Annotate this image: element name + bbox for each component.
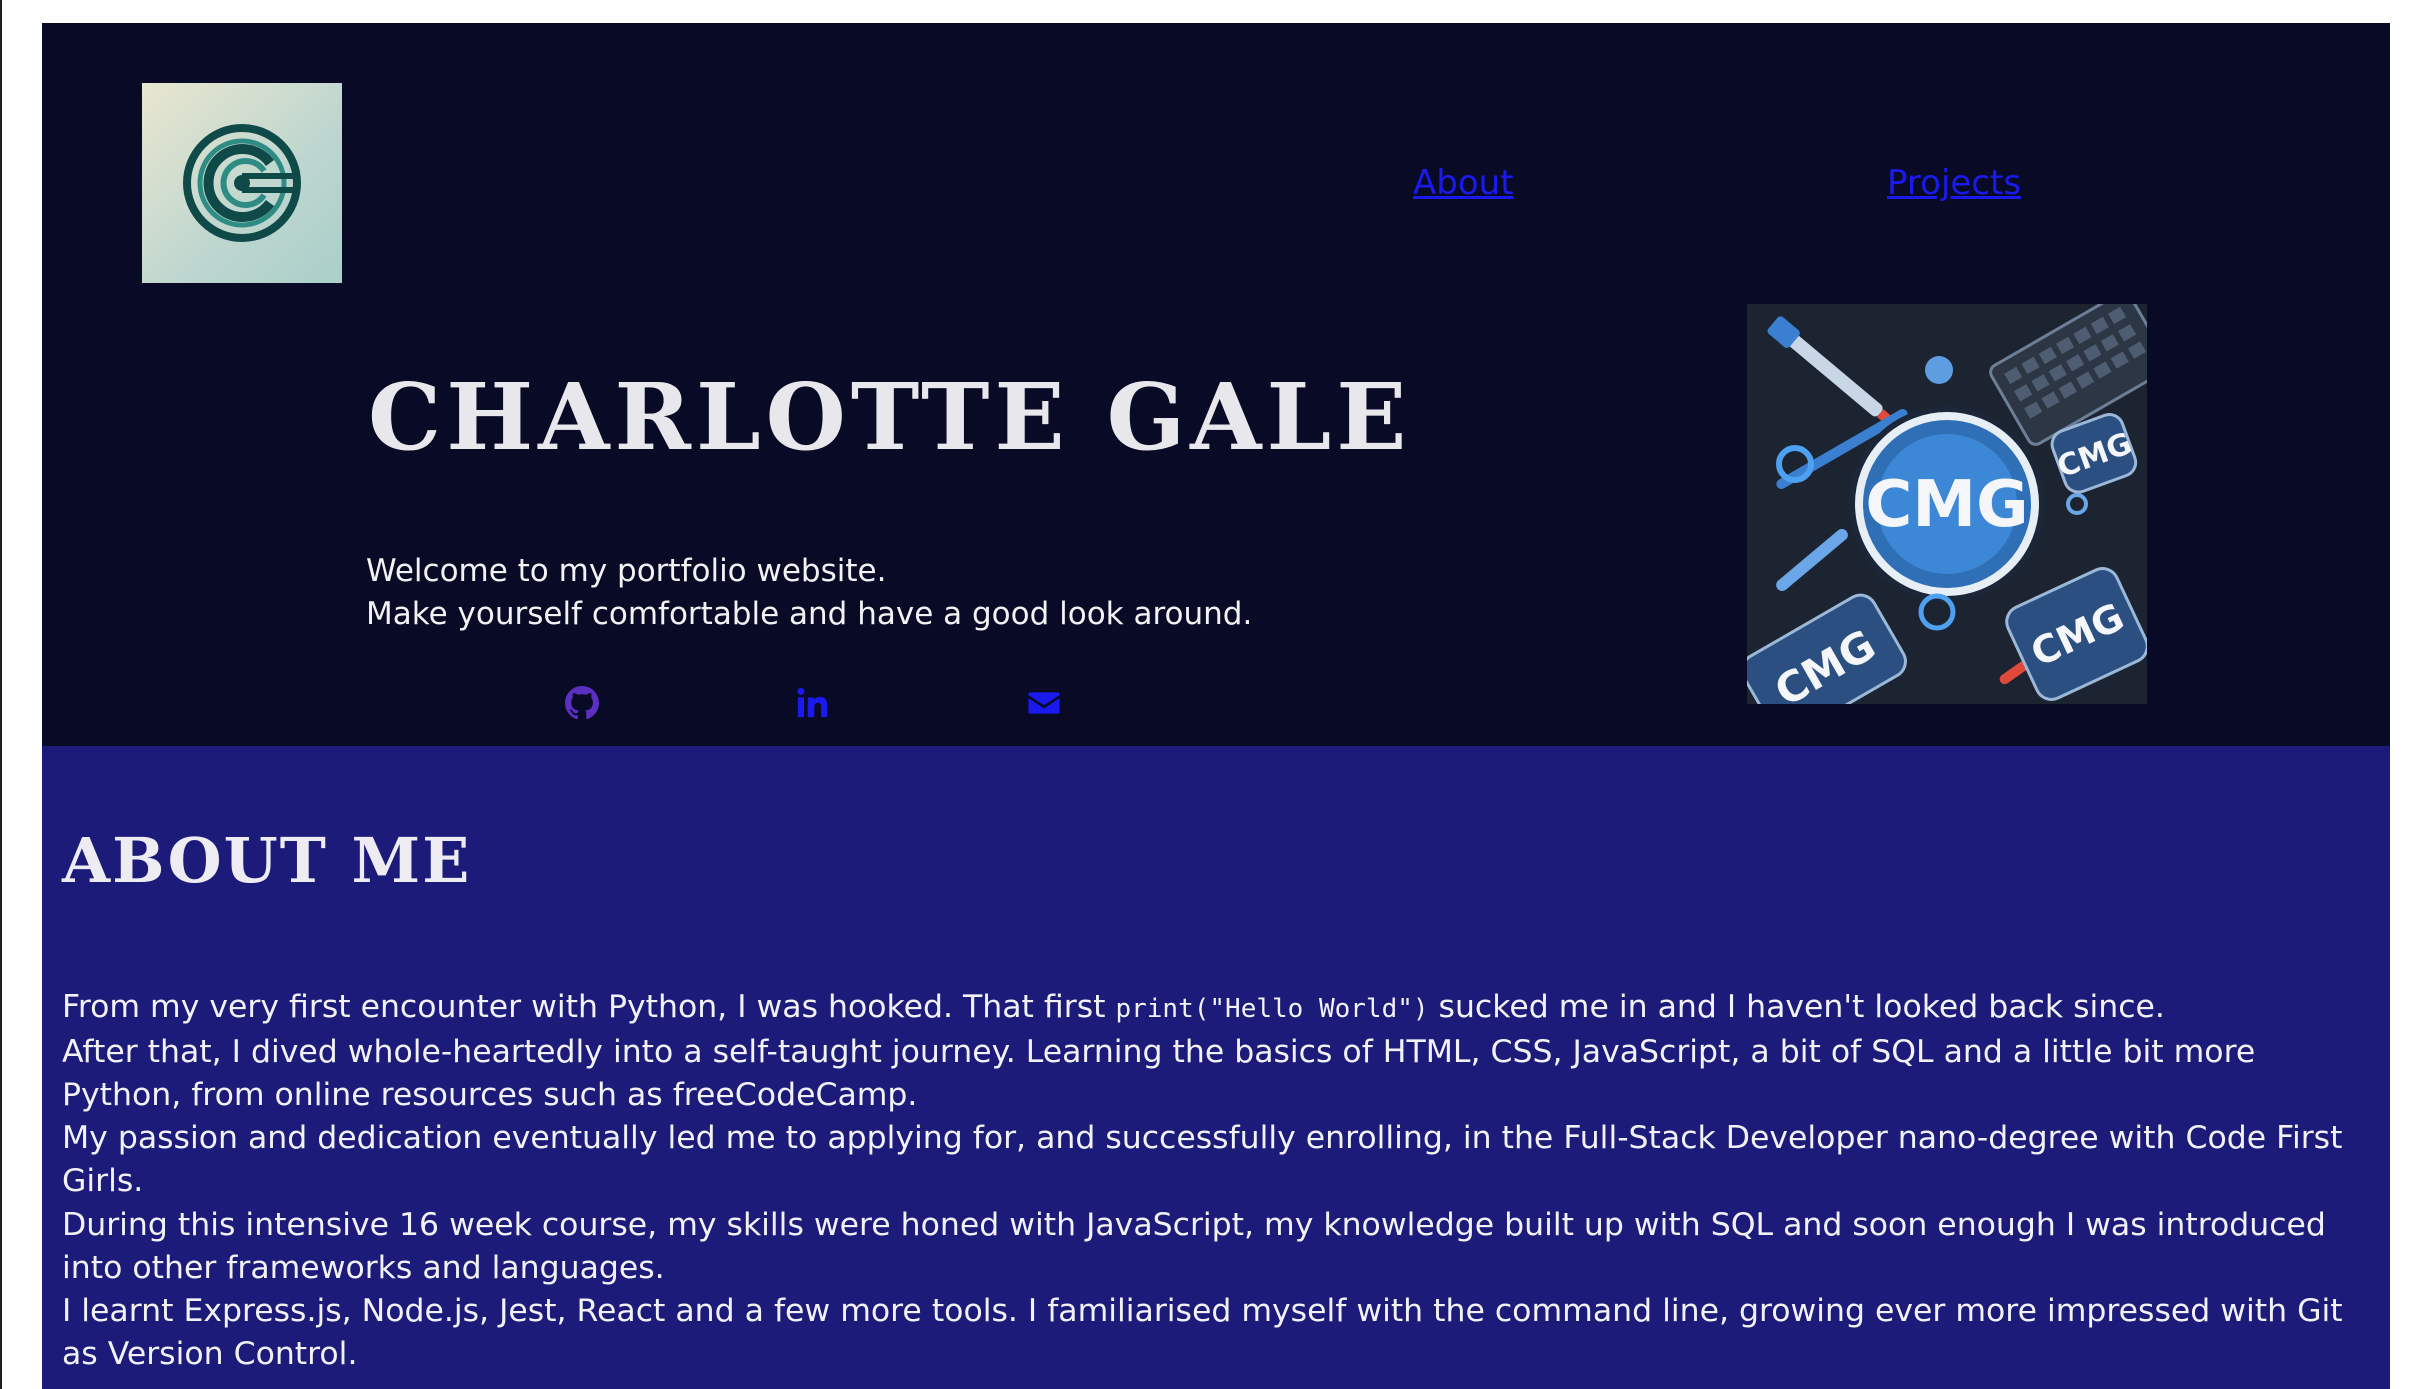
tagline-line: Welcome to my portfolio website. xyxy=(366,553,887,589)
about-line: During this intensive 16 week course, my… xyxy=(62,1207,2326,1286)
code-snippet: print("Hello World") xyxy=(1115,994,1429,1024)
about-line: After that, I dived whole-heartedly into… xyxy=(62,1034,2256,1113)
tagline-line: Make yourself comfortable and have a goo… xyxy=(366,596,1253,632)
about-text: sucked me in and I haven't looked back s… xyxy=(1428,989,2165,1025)
about-paragraph: During this intensive 16 week course, my… xyxy=(62,1204,2372,1376)
hero-tagline: Welcome to my portfolio website. Make yo… xyxy=(366,550,1252,636)
about-section: ABOUT ME From my very first encounter wi… xyxy=(42,746,2390,1389)
linkedin-link[interactable] xyxy=(792,683,832,723)
about-heading: ABOUT ME xyxy=(62,824,472,897)
about-line: From my very first encounter with Python… xyxy=(62,986,2372,1031)
window-edge xyxy=(0,0,2,1389)
email-link[interactable] xyxy=(1024,683,1064,723)
github-icon xyxy=(565,686,599,720)
about-paragraph: From my very first encounter with Python… xyxy=(62,986,2372,1203)
brand-art-text: CMG xyxy=(1865,468,2028,542)
linkedin-icon xyxy=(797,687,828,718)
nav-link-about[interactable]: About xyxy=(1413,163,1514,203)
envelope-icon xyxy=(1028,692,1060,714)
brand-art-image: CMG CMG CMG CMG xyxy=(1747,304,2147,704)
about-line: I learnt Express.js, Node.js, Jest, Reac… xyxy=(62,1293,2343,1372)
logo-icon xyxy=(183,124,301,242)
nav-link-projects[interactable]: Projects xyxy=(1887,163,2021,203)
brand-artwork: CMG CMG CMG CMG xyxy=(1747,304,2147,704)
page: About Projects CHARLOTTE GALE Welcome to… xyxy=(42,23,2390,1389)
github-link[interactable] xyxy=(562,683,602,723)
site-logo[interactable] xyxy=(142,83,342,283)
hero-name: CHARLOTTE GALE xyxy=(368,363,1412,471)
about-text: From my very first encounter with Python… xyxy=(62,989,1116,1025)
about-line: My passion and dedication eventually led… xyxy=(62,1120,2343,1199)
site-header: About Projects CHARLOTTE GALE Welcome to… xyxy=(42,23,2390,746)
